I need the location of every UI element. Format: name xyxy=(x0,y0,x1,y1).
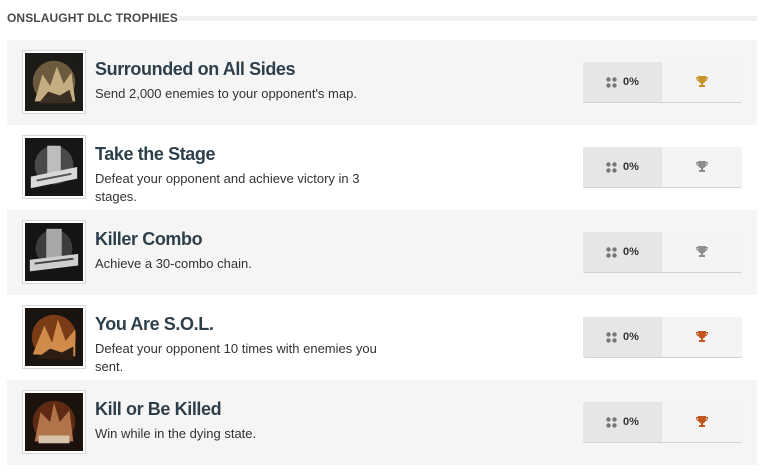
rarity-percent: 0% xyxy=(623,246,639,258)
trophy-stats: 0% xyxy=(583,317,742,357)
rarity-stat[interactable]: 0% xyxy=(583,317,662,357)
trophy-row[interactable]: Killer Combo Achieve a 30-combo chain. 0… xyxy=(7,210,757,295)
rarity-percent: 0% xyxy=(623,76,639,88)
gold-trophy-icon xyxy=(696,76,708,87)
trophy-name[interactable]: Take the Stage xyxy=(95,144,216,165)
owners-icon xyxy=(606,331,617,343)
section-title: ONSLAUGHT DLC TROPHIES xyxy=(7,11,178,25)
trophy-thumbnail[interactable] xyxy=(22,50,86,114)
owners-icon xyxy=(606,246,617,258)
trophy-name[interactable]: Surrounded on All Sides xyxy=(95,59,296,80)
section-divider xyxy=(178,16,757,21)
trophy-stats: 0% xyxy=(583,232,742,272)
bronze-trophy-icon xyxy=(696,331,708,342)
section-header: ONSLAUGHT DLC TROPHIES xyxy=(0,0,763,36)
trophy-name[interactable]: You Are S.O.L. xyxy=(95,314,214,335)
owners-icon xyxy=(606,76,617,88)
trophy-tier xyxy=(662,147,742,187)
rarity-stat[interactable]: 0% xyxy=(583,62,662,102)
silver-trophy-icon xyxy=(696,161,708,172)
rarity-stat[interactable]: 0% xyxy=(583,402,662,442)
trophy-name[interactable]: Killer Combo xyxy=(95,229,203,250)
trophy-tier xyxy=(662,232,742,272)
trophy-thumbnail[interactable] xyxy=(22,305,86,369)
rarity-percent: 0% xyxy=(623,331,639,343)
trophy-row[interactable]: Kill or Be Killed Win while in the dying… xyxy=(7,380,757,465)
trophy-row[interactable]: You Are S.O.L. Defeat your opponent 10 t… xyxy=(7,295,757,380)
trophy-tier xyxy=(662,402,742,442)
trophy-thumbnail[interactable] xyxy=(22,135,86,199)
owners-icon xyxy=(606,416,617,428)
trophy-row[interactable]: Take the Stage Defeat your opponent and … xyxy=(7,125,757,210)
trophy-stats: 0% xyxy=(583,147,742,187)
silver-trophy-icon xyxy=(696,246,708,257)
trophy-name[interactable]: Kill or Be Killed xyxy=(95,399,222,420)
trophy-description: Defeat your opponent 10 times with enemi… xyxy=(95,341,377,374)
trophy-thumbnail[interactable] xyxy=(22,220,86,284)
trophy-description: Achieve a 30-combo chain. xyxy=(95,256,252,271)
rarity-percent: 0% xyxy=(623,161,639,173)
trophy-description: Defeat your opponent and achieve victory… xyxy=(95,171,360,204)
trophy-stats: 0% xyxy=(583,62,742,102)
rarity-stat[interactable]: 0% xyxy=(583,232,662,272)
trophy-description: Win while in the dying state. xyxy=(95,426,257,441)
trophy-tier xyxy=(662,62,742,102)
owners-icon xyxy=(606,161,617,173)
rarity-stat[interactable]: 0% xyxy=(583,147,662,187)
trophy-row[interactable]: Surrounded on All Sides Send 2,000 enemi… xyxy=(7,40,757,125)
rarity-percent: 0% xyxy=(623,416,639,428)
bronze-trophy-icon xyxy=(696,416,708,427)
trophy-stats: 0% xyxy=(583,402,742,442)
trophy-description: Send 2,000 enemies to your opponent's ma… xyxy=(95,86,357,101)
trophy-list: Surrounded on All Sides Send 2,000 enemi… xyxy=(7,40,757,465)
trophy-thumbnail[interactable] xyxy=(22,390,86,454)
trophy-tier xyxy=(662,317,742,357)
